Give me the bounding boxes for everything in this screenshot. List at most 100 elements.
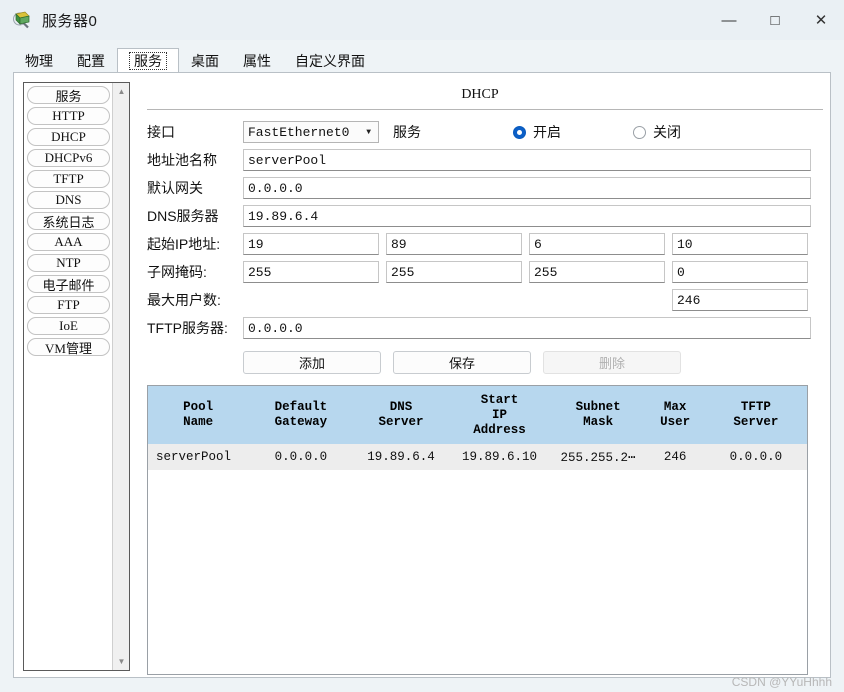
- minimize-button[interactable]: —: [706, 0, 752, 40]
- add-button[interactable]: 添加: [243, 351, 381, 374]
- cell-dns-server: 19.89.6.4: [353, 444, 449, 470]
- cell-subnet-mask: 255.255.2⋯: [550, 444, 646, 470]
- tab-services[interactable]: 服务: [117, 48, 179, 73]
- dns-server-row: DNS服务器 19.89.6.4: [147, 203, 823, 229]
- scroll-down-icon[interactable]: ▼: [113, 653, 130, 670]
- column-default-gateway: Default Gateway: [248, 386, 354, 444]
- sidebar-item-ioe[interactable]: IoE: [27, 317, 110, 335]
- sidebar-item-ntp[interactable]: NTP: [27, 254, 110, 272]
- tab-custom-interface[interactable]: 自定义界面: [283, 48, 377, 73]
- sidebar-item-dns[interactable]: DNS: [27, 191, 110, 209]
- column-pool-name: Pool Name: [148, 386, 249, 444]
- table-header-row: Pool Name Default Gateway DNS Server Start I…: [148, 386, 807, 444]
- tab-label: 服务: [129, 51, 167, 70]
- default-gateway-row: 默认网关 0.0.0.0: [147, 175, 823, 201]
- sidebar-item-vm-management[interactable]: VM管理: [27, 338, 110, 356]
- tab-attributes[interactable]: 属性: [231, 48, 283, 73]
- column-tftp-server: TFTP Server: [704, 386, 807, 444]
- table-row[interactable]: serverPool 0.0.0.0 19.89.6.4 19.89.6.10 …: [148, 444, 807, 470]
- radio-selected-icon: [513, 125, 526, 139]
- column-max-user: Max User: [645, 386, 705, 444]
- subnet-mask-octet-1[interactable]: 255: [243, 261, 379, 283]
- sidebar-scrollbar[interactable]: ▲ ▼: [112, 83, 129, 670]
- default-gateway-input[interactable]: 0.0.0.0: [243, 177, 811, 199]
- delete-button: 删除: [543, 351, 681, 374]
- tftp-server-input[interactable]: 0.0.0.0: [243, 317, 811, 339]
- subnet-mask-octet-4[interactable]: 0: [672, 261, 808, 283]
- column-dns-server: DNS Server: [353, 386, 449, 444]
- radio-empty-icon: [633, 125, 646, 139]
- tab-label: 属性: [243, 52, 271, 69]
- pool-name-input[interactable]: serverPool: [243, 149, 811, 171]
- cell-pool-name: serverPool: [148, 444, 249, 470]
- sidebar-item-dhcp[interactable]: DHCP: [27, 128, 110, 146]
- page-title: DHCP: [461, 87, 499, 102]
- sidebar-item-label: 电子邮件: [42, 277, 95, 293]
- server-magnifier-icon: [12, 10, 32, 30]
- max-users-label: 最大用户数:: [147, 292, 221, 308]
- sidebar-item-tftp[interactable]: TFTP: [27, 170, 110, 188]
- interface-label: 接口: [147, 124, 175, 140]
- tab-desktop[interactable]: 桌面: [179, 48, 231, 73]
- start-ip-row: 起始IP地址: 19 89 6 10: [147, 231, 823, 257]
- subnet-mask-octet-2[interactable]: 255: [386, 261, 522, 283]
- sidebar-item-ftp[interactable]: FTP: [27, 296, 110, 314]
- content-panel: 服务 HTTP DHCP DHCPv6 TFTP DNS 系统日志 AAA NT…: [13, 72, 831, 678]
- service-on-radio[interactable]: 开启: [513, 122, 561, 142]
- sidebar-item-aaa[interactable]: AAA: [27, 233, 110, 251]
- sidebar-item-label: DHCPv6: [44, 150, 93, 165]
- subnet-mask-octet-3[interactable]: 255: [529, 261, 665, 283]
- pool-name-label: 地址池名称: [147, 152, 217, 168]
- server-window: 服务器0 — □ ✕ 物理 配置 服务 桌面 属性 自定义界面 服务 HTTP …: [0, 0, 844, 692]
- sidebar-item-email[interactable]: 电子邮件: [27, 275, 110, 293]
- sidebar-item-label: DNS: [55, 192, 82, 207]
- pool-name-row: 地址池名称 serverPool: [147, 147, 823, 173]
- tab-label: 物理: [25, 52, 53, 69]
- tab-label: 配置: [77, 52, 105, 69]
- action-buttons: 添加 保存 删除: [243, 351, 823, 374]
- start-ip-octet-2[interactable]: 89: [386, 233, 522, 255]
- maximize-button[interactable]: □: [752, 0, 798, 40]
- close-button[interactable]: ✕: [798, 0, 844, 40]
- column-start-ip-address: Start IP Address: [448, 386, 551, 444]
- window-controls: — □ ✕: [706, 0, 844, 40]
- services-list: 服务 HTTP DHCP DHCPv6 TFTP DNS 系统日志 AAA NT…: [24, 83, 112, 670]
- sidebar-item-label: DHCP: [51, 129, 86, 144]
- sidebar-item-label: NTP: [56, 255, 81, 270]
- max-users-row: 最大用户数: 246: [147, 287, 823, 313]
- interface-row: 接口 FastEthernet0 ▼ 服务 开启 关闭: [147, 119, 823, 145]
- start-ip-octet-3[interactable]: 6: [529, 233, 665, 255]
- interface-select[interactable]: FastEthernet0 ▼: [243, 121, 379, 143]
- scroll-up-icon[interactable]: ▲: [113, 83, 130, 100]
- save-button[interactable]: 保存: [393, 351, 531, 374]
- cell-default-gateway: 0.0.0.0: [248, 444, 354, 470]
- subnet-mask-row: 子网掩码: 255 255 255 0: [147, 259, 823, 285]
- cell-start-ip-address: 19.89.6.10: [448, 444, 551, 470]
- sidebar-item-services[interactable]: 服务: [27, 86, 110, 104]
- dhcp-pane: DHCP 接口 FastEthernet0 ▼ 服务 开启 关闭 地址池名称 s…: [147, 82, 823, 675]
- sidebar-item-http[interactable]: HTTP: [27, 107, 110, 125]
- tab-physical[interactable]: 物理: [13, 48, 65, 73]
- service-label: 服务: [393, 124, 421, 140]
- service-off-label: 关闭: [653, 124, 681, 140]
- tftp-server-row: TFTP服务器: 0.0.0.0: [147, 315, 823, 341]
- service-on-label: 开启: [533, 124, 561, 140]
- service-off-radio[interactable]: 关闭: [633, 122, 681, 142]
- start-ip-octet-1[interactable]: 19: [243, 233, 379, 255]
- sidebar-item-label: VM管理: [45, 340, 92, 356]
- start-ip-octet-4[interactable]: 10: [672, 233, 808, 255]
- max-users-input[interactable]: 246: [672, 289, 808, 311]
- sidebar-item-label: IoE: [59, 318, 78, 333]
- tftp-server-label: TFTP服务器:: [147, 320, 228, 336]
- sidebar-item-syslog[interactable]: 系统日志: [27, 212, 110, 230]
- cell-tftp-server: 0.0.0.0: [704, 444, 807, 470]
- sidebar-item-label: 服务: [55, 88, 82, 104]
- sidebar-item-dhcpv6[interactable]: DHCPv6: [27, 149, 110, 167]
- tab-bar: 物理 配置 服务 桌面 属性 自定义界面: [0, 40, 844, 73]
- sidebar-item-label: AAA: [54, 234, 83, 249]
- tab-label: 自定义界面: [295, 52, 365, 69]
- cell-max-user: 246: [645, 444, 705, 470]
- dns-server-input[interactable]: 19.89.6.4: [243, 205, 811, 227]
- tab-config[interactable]: 配置: [65, 48, 117, 73]
- dns-server-label: DNS服务器: [147, 208, 219, 224]
